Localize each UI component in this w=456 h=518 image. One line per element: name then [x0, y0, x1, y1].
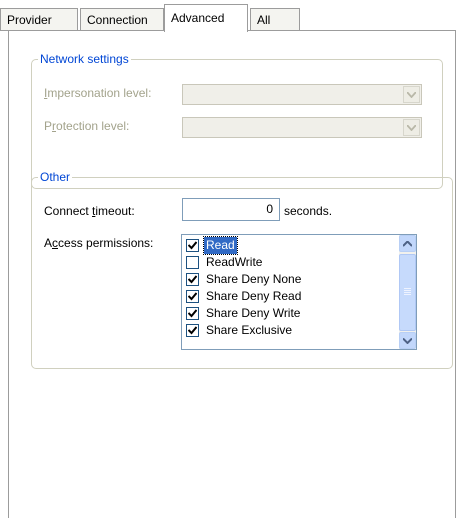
connect-timeout-input[interactable]: 0: [182, 198, 280, 221]
protection-dropdown-button[interactable]: [403, 119, 420, 136]
checkmark-icon: [188, 275, 197, 284]
tab-strip: Provider Connection Advanced All: [0, 0, 456, 34]
network-settings-legend: Network settings: [38, 52, 131, 66]
access-permissions-label: Access permissions:: [44, 236, 154, 250]
protection-level-label: Protection level:: [44, 119, 130, 133]
vertical-scrollbar[interactable]: [399, 235, 416, 349]
permission-label: Share Deny Write: [206, 306, 301, 320]
permission-checkbox[interactable]: [186, 290, 199, 303]
permission-checkbox[interactable]: [186, 273, 199, 286]
access-permissions-list[interactable]: Read ReadWrite Share Deny None Share Deny R…: [181, 234, 417, 350]
tab-provider[interactable]: Provider: [0, 8, 78, 31]
network-settings-group: Network settings Impersonation level: Pr…: [31, 52, 443, 189]
permission-checkbox[interactable]: [186, 239, 199, 252]
permission-label: ReadWrite: [206, 255, 263, 269]
checkmark-icon: [188, 292, 197, 301]
chevron-down-icon: [407, 124, 416, 131]
scroll-down-button[interactable]: [399, 332, 416, 349]
permission-label: Share Deny None: [206, 272, 302, 286]
tab-connection-label: Connection: [87, 13, 148, 27]
impersonation-level-label: Impersonation level:: [44, 86, 152, 100]
chevron-up-icon: [403, 240, 412, 247]
tab-advanced-label: Advanced: [171, 11, 225, 25]
permission-checkbox[interactable]: [186, 256, 199, 269]
other-legend: Other: [38, 170, 73, 184]
thumb-grip: [404, 294, 411, 295]
chevron-down-icon: [407, 91, 416, 98]
tab-provider-label: Provider: [7, 13, 52, 27]
scroll-thumb[interactable]: [399, 254, 416, 331]
checkmark-icon: [188, 326, 197, 335]
impersonation-dropdown-button[interactable]: [403, 86, 420, 103]
tab-connection[interactable]: Connection: [80, 8, 164, 31]
thumb-grip: [404, 292, 411, 293]
impersonation-level-combo[interactable]: [182, 84, 422, 105]
permission-checkbox[interactable]: [186, 324, 199, 337]
thumb-grip: [404, 290, 411, 291]
tab-all[interactable]: All: [250, 8, 300, 31]
permission-label: Share Exclusive: [206, 323, 293, 337]
checkmark-icon: [188, 309, 197, 318]
permission-checkbox[interactable]: [186, 307, 199, 320]
checkmark-icon: [188, 241, 197, 250]
impersonation-level-label-rest: mpersonation level:: [47, 86, 152, 100]
tab-all-label: All: [257, 13, 271, 27]
scroll-up-button[interactable]: [399, 235, 416, 252]
protection-level-combo[interactable]: [182, 117, 422, 138]
timeout-unit-label: seconds.: [284, 204, 333, 218]
permission-label: Share Deny Read: [206, 289, 302, 303]
tab-advanced[interactable]: Advanced: [164, 4, 248, 32]
connect-timeout-label: Connect timeout:: [44, 204, 135, 218]
chevron-down-icon: [403, 337, 412, 344]
other-group: Other Connect timeout: 0 seconds. Access…: [31, 170, 453, 369]
permission-label: Read: [203, 236, 238, 255]
thumb-grip: [404, 288, 411, 289]
tab-panel: Network settings Impersonation level: Pr…: [8, 31, 456, 518]
